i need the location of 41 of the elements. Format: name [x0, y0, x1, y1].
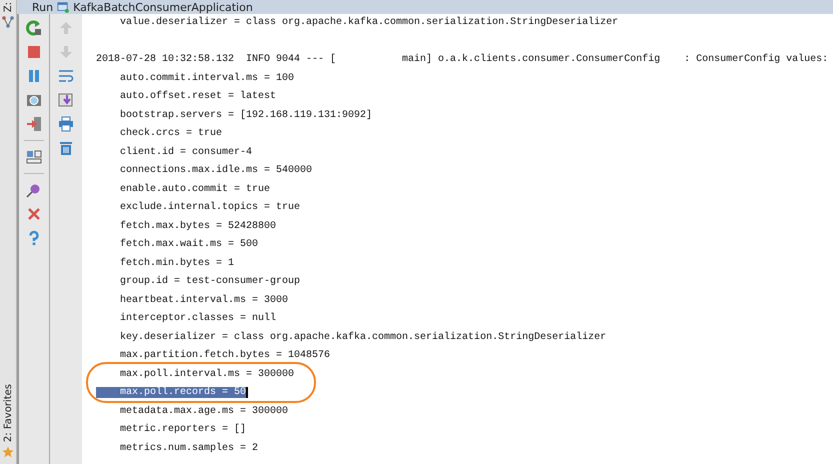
structure-icon[interactable]: [2, 16, 14, 28]
log-line: bootstrap.servers = [192.168.119.131:9092]: [119, 110, 372, 120]
trash-icon[interactable]: [58, 140, 74, 156]
pause-icon[interactable]: [26, 68, 42, 84]
log-line: fetch.max.wait.ms = 500: [119, 239, 258, 250]
camera-icon[interactable]: [26, 92, 42, 108]
log-line: max.partition.fetch.bytes = 1048576: [119, 350, 330, 361]
log-line: check.crcs = true: [119, 128, 222, 139]
log-line: metadata.max.age.ms = 300000: [119, 406, 288, 416]
close-icon[interactable]: [26, 206, 42, 222]
log-line: auto.commit.interval.ms = 100: [119, 72, 294, 84]
log-line: heartbeat.interval.ms = 3000: [119, 294, 288, 306]
star-icon: [2, 446, 14, 458]
run-tab[interactable]: Run: [32, 0, 54, 14]
log-line: interceptor.classes = null: [119, 313, 276, 324]
pin-icon[interactable]: [26, 182, 42, 198]
log-line: 2018-07-28 10:32:58.132 INFO 9044 --- [ main] o.a.k.clients.consumer.ConsumerConfig : ConsumerConfig values:: [96, 54, 828, 65]
log-line: max.poll.interval.ms = 300000: [119, 368, 294, 380]
log-line: client.id = consumer-4: [119, 146, 252, 158]
log-line: auto.offset.reset = latest: [119, 91, 276, 102]
log-line: exclude.internal.topics = true: [119, 202, 300, 213]
stop-icon[interactable]: [26, 44, 42, 60]
log-line: metric.reporters = []: [119, 424, 246, 435]
log-line: enable.auto.commit = true: [119, 184, 270, 194]
log-line: key.deserializer = class org.apache.kafka.common.serialization.StringDeserializer: [119, 332, 606, 342]
layout-icon[interactable]: [26, 149, 42, 165]
print-icon[interactable]: [58, 116, 74, 132]
exit-icon[interactable]: [26, 116, 42, 132]
rerun-icon[interactable]: [26, 20, 42, 36]
soft-wrap-icon[interactable]: [58, 68, 74, 84]
log-line: group.id = test-consumer-group: [119, 276, 300, 287]
scroll-to-end-icon[interactable]: [58, 92, 74, 108]
log-line: fetch.max.bytes = 52428800: [119, 220, 276, 232]
log-line: fetch.min.bytes = 1: [119, 258, 234, 268]
application-icon: [57, 1, 70, 13]
log-line: value.deserializer = class org.apache.kafka.common.serialization.StringDeserializer: [119, 17, 618, 28]
log-line: connections.max.idle.ms = 540000: [119, 165, 312, 176]
favorites-tab[interactable]: 2: Favorites: [2, 384, 14, 442]
log-line: metrics.num.samples = 2: [119, 442, 258, 454]
structure-tab[interactable]: Z:: [2, 2, 14, 12]
run-configuration-name: KafkaBatchConsumerApplication: [73, 0, 253, 14]
